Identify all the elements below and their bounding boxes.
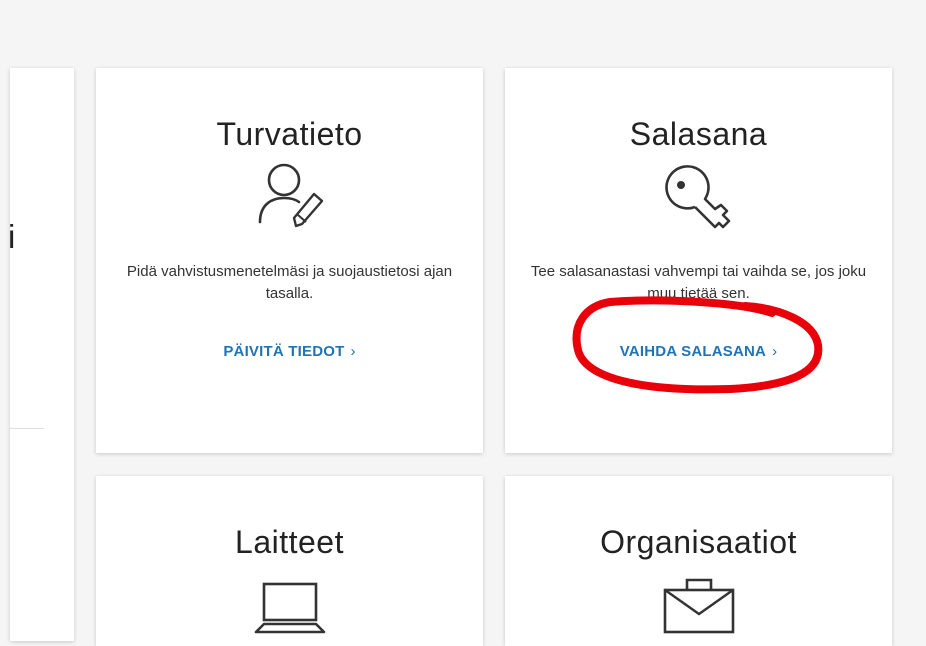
devices-card: Laitteet	[96, 476, 483, 646]
change-password-link[interactable]: VAIHDA SALASANA ›	[505, 343, 892, 360]
update-info-link[interactable]: PÄIVITÄ TIEDOT ›	[96, 343, 483, 360]
card-title: Laitteet	[235, 524, 344, 560]
card-title: Turvatieto	[216, 116, 363, 152]
briefcase-icon	[663, 578, 734, 634]
card-description: Pidä vahvistusmenetelmäsi ja suojaustiet…	[126, 263, 453, 302]
laptop-icon	[254, 582, 325, 634]
link-label: PÄIVITÄ TIEDOT	[223, 343, 345, 360]
chevron-right-icon: ›	[772, 343, 778, 360]
card-title: Organisaatiot	[600, 524, 797, 560]
card-description: Tee salasanastasi vahvempi tai vaihda se…	[530, 263, 867, 302]
partial-card-title: i	[8, 218, 16, 255]
divider	[10, 428, 44, 429]
partial-card: i	[8, 68, 74, 641]
organizations-card: Organisaatiot	[505, 476, 892, 646]
card-title: Salasana	[629, 116, 768, 152]
chevron-right-icon: ›	[350, 343, 356, 360]
user-edit-icon	[258, 163, 323, 228]
security-info-card: Turvatieto Pidä vahvistusmenetelmäsi ja …	[96, 68, 483, 453]
password-card: Salasana Tee salasanastasi vahvempi tai …	[505, 68, 892, 453]
key-icon	[664, 165, 730, 229]
link-label: VAIHDA SALASANA	[619, 343, 767, 360]
